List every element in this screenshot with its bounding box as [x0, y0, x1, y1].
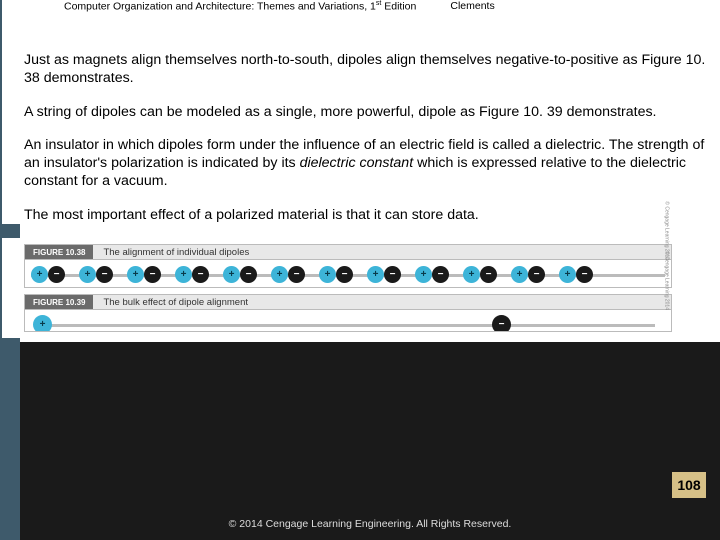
- figure-copyright: © Cengage Learning 2014: [664, 252, 670, 311]
- plus-icon: +: [415, 266, 432, 283]
- dipole-pairs: +− +− +− +− +− +− +− +− +− +− +−: [31, 266, 593, 283]
- plus-icon: +: [175, 266, 192, 283]
- minus-icon: −: [432, 266, 449, 283]
- minus-icon: −: [48, 266, 65, 283]
- paragraph-3-italic: dielectric constant: [300, 155, 414, 171]
- axis-line: [41, 324, 655, 327]
- plus-icon: +: [31, 266, 48, 283]
- slide: Computer Organization and Architecture: …: [0, 0, 720, 540]
- dipole-row: +− +− +− +− +− +− +− +− +− +− +−: [31, 264, 665, 284]
- header-author: Clements: [450, 0, 494, 13]
- header-title-main: Computer Organization and Architecture: …: [64, 1, 376, 13]
- header-title-tail: Edition: [381, 1, 416, 13]
- header-title: Computer Organization and Architecture: …: [64, 0, 416, 13]
- minus-icon: −: [576, 266, 593, 283]
- minus-icon: −: [288, 266, 305, 283]
- figures-area: FIGURE 10.38 The alignment of individual…: [2, 238, 720, 338]
- figure-label: FIGURE 10.38: [25, 245, 93, 259]
- plus-icon: +: [559, 266, 576, 283]
- minus-icon: −: [96, 266, 113, 283]
- figure-10-39: FIGURE 10.39 The bulk effect of dipole a…: [24, 294, 672, 332]
- minus-icon: −: [528, 266, 545, 283]
- content-area: Computer Organization and Architecture: …: [20, 0, 720, 342]
- paragraph-4: The most important effect of a polarized…: [24, 207, 718, 225]
- minus-icon: −: [192, 266, 209, 283]
- plus-icon: +: [463, 266, 480, 283]
- figure-label: FIGURE 10.39: [25, 295, 93, 309]
- plus-icon: +: [127, 266, 144, 283]
- figure-caption: The bulk effect of dipole alignment: [93, 297, 248, 308]
- plus-icon: +: [319, 266, 336, 283]
- figure-header: FIGURE 10.39 The bulk effect of dipole a…: [24, 294, 672, 310]
- paragraph-2: A string of dipoles can be modeled as a …: [24, 104, 718, 122]
- minus-icon: −: [336, 266, 353, 283]
- slide-header: Computer Organization and Architecture: …: [6, 0, 720, 13]
- figure-body: + −: [24, 310, 672, 332]
- body-text: Just as magnets align themselves north-t…: [2, 18, 720, 224]
- header-wrap: Computer Organization and Architecture: …: [2, 0, 720, 18]
- plus-icon: +: [271, 266, 288, 283]
- plus-icon: +: [79, 266, 96, 283]
- figure-caption: The alignment of individual dipoles: [93, 247, 249, 258]
- minus-icon: −: [480, 266, 497, 283]
- figure-body: +− +− +− +− +− +− +− +− +− +− +−: [24, 260, 672, 288]
- page-number: 108: [672, 472, 706, 498]
- minus-icon: −: [492, 315, 511, 333]
- minus-icon: −: [144, 266, 161, 283]
- plus-icon: +: [223, 266, 240, 283]
- minus-icon: −: [384, 266, 401, 283]
- plus-icon: +: [511, 266, 528, 283]
- footer-copyright: © 2014 Cengage Learning Engineering. All…: [20, 518, 720, 530]
- slide-inner: Computer Organization and Architecture: …: [20, 0, 720, 540]
- paragraph-1: Just as magnets align themselves north-t…: [24, 52, 718, 88]
- plus-icon: +: [367, 266, 384, 283]
- figure-header: FIGURE 10.38 The alignment of individual…: [24, 244, 672, 260]
- big-dipole-row: + −: [31, 314, 665, 332]
- plus-icon: +: [33, 315, 52, 333]
- paragraph-3: An insulator in which dipoles form under…: [24, 137, 718, 190]
- figure-10-38: FIGURE 10.38 The alignment of individual…: [24, 244, 672, 288]
- minus-icon: −: [240, 266, 257, 283]
